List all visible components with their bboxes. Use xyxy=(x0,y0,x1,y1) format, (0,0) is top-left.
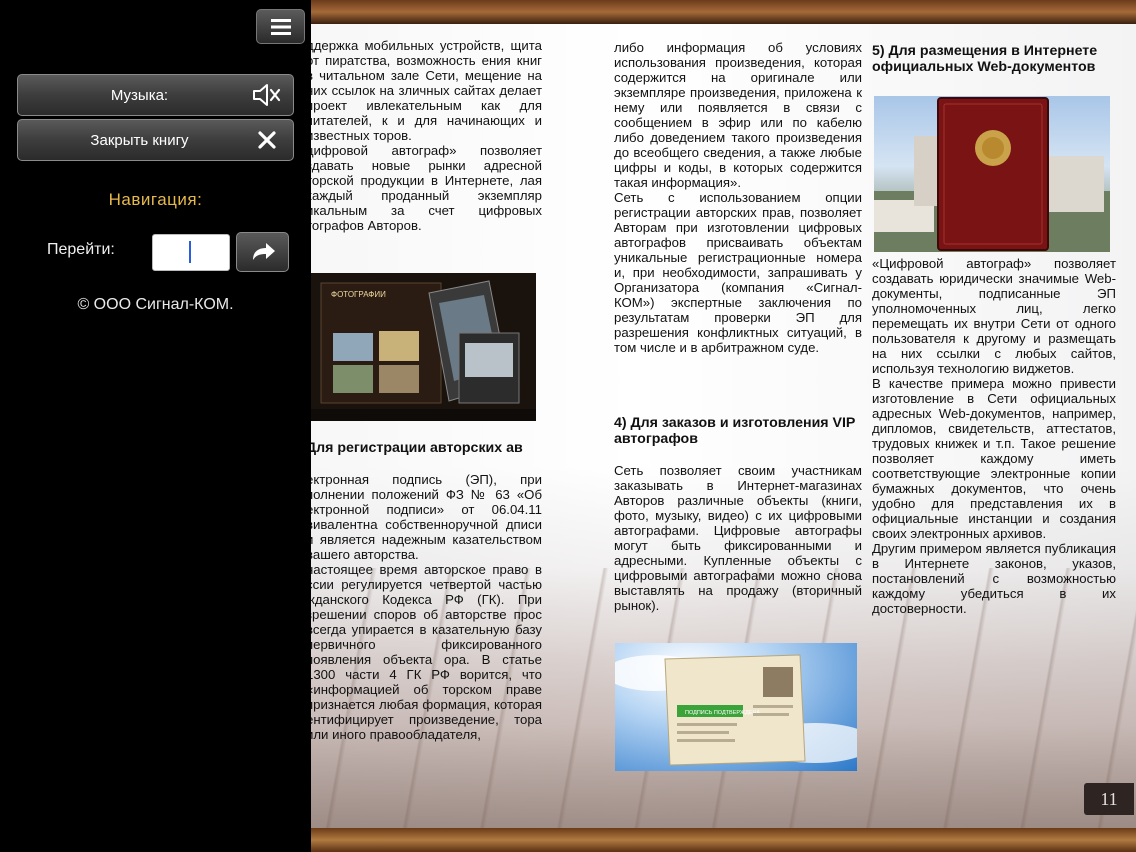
navigation-title: Навигация: xyxy=(108,190,203,209)
col3-p3: Другим примером является публикация в Ин… xyxy=(872,541,1116,616)
close-book-label: Закрыть книгу xyxy=(90,131,189,149)
section-5-heading: 5) Для размещения в Интернете официальны… xyxy=(872,43,1098,75)
page-number: 11 xyxy=(1084,783,1134,815)
img3-badge: ПОДПИСЬ ПОДТВЕРЖДЕНА xyxy=(685,710,760,716)
section-3-heading: Для регистрации авторских ав xyxy=(306,440,523,456)
close-icon xyxy=(241,131,293,149)
speaker-muted-icon xyxy=(241,82,293,108)
col2-text-mid: Сеть с использованием опции регистрации … xyxy=(614,190,862,355)
column-2-lower: 4) Для заказов и изготовления VIP автогр… xyxy=(614,415,862,613)
forward-arrow-icon xyxy=(252,243,275,260)
menu-button[interactable] xyxy=(256,9,305,44)
goto-button[interactable] xyxy=(236,232,289,272)
goto-label: Перейти: xyxy=(47,241,115,258)
col1-text-bottom: ектронная подпись (ЭП), при полнении пол… xyxy=(306,472,542,742)
text-caret xyxy=(189,241,191,263)
copyright-text: © ООО Сигнал-КОМ. xyxy=(77,296,234,313)
col1-text-top: ддержка мобильных устройств, щита от пир… xyxy=(306,38,542,233)
signed-document-image: ПОДПИСЬ ПОДТВЕРЖДЕНА xyxy=(615,643,857,771)
img1-caption: ФОТОГРАФИИ xyxy=(331,290,386,299)
close-book-button[interactable]: Закрыть книгу xyxy=(17,119,294,161)
photo-album-image: ФОТОГРАФИИ xyxy=(309,273,536,421)
page-number-input[interactable] xyxy=(152,234,230,271)
col2-text-bottom: Сеть позволяет своим участникам заказыва… xyxy=(614,463,862,613)
column-3-body: «Цифровой автограф» позволяет создавать … xyxy=(872,256,1116,616)
column-2: либо информация об условиях использовани… xyxy=(614,40,862,355)
hamburger-icon xyxy=(270,18,291,35)
book-bottom-edge xyxy=(300,828,1136,852)
music-button[interactable]: Музыка: xyxy=(17,74,294,116)
music-label: Музыка: xyxy=(110,86,169,104)
column-1-lower: Для регистрации авторских ав ектронная п… xyxy=(306,440,542,742)
column-3: 5) Для размещения в Интернете официальны… xyxy=(872,43,1116,75)
column-1: ддержка мобильных устройств, щита от пир… xyxy=(306,38,542,233)
section-4-heading: 4) Для заказов и изготовления VIP автогр… xyxy=(614,415,856,447)
side-panel: Музыка: Закрыть книгу Навигация: Перейти… xyxy=(0,0,311,852)
col2-text-top: либо информация об условиях использовани… xyxy=(614,40,862,190)
official-document-image xyxy=(874,96,1110,252)
col3-p1: «Цифровой автограф» позволяет создавать … xyxy=(872,256,1116,376)
col3-p2: В качестве примера можно привести изгото… xyxy=(872,376,1116,541)
